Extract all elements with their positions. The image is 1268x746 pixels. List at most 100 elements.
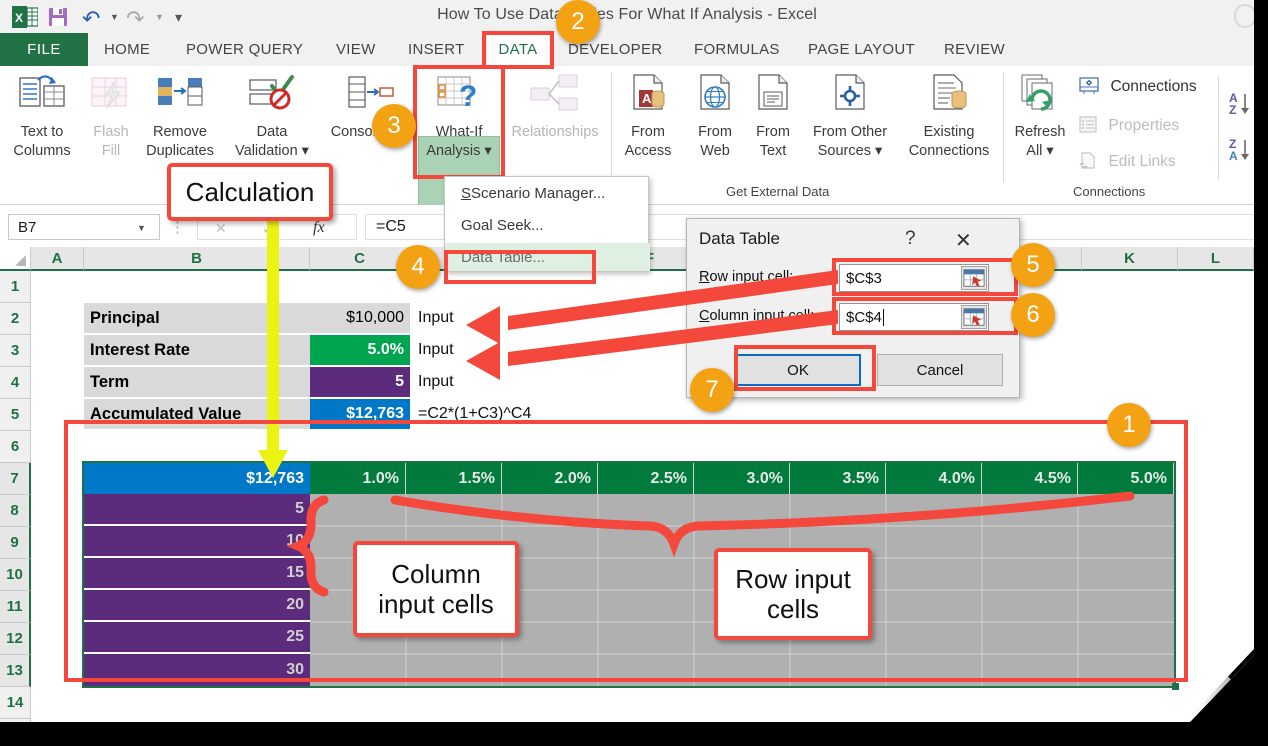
ribbon-button-edit-links[interactable]: Edit Links [1078, 151, 1176, 171]
svg-text:A: A [1229, 149, 1238, 163]
ribbon-button-flash-fill[interactable]: Flash Fill [82, 70, 140, 161]
ribbon-button-existing-connections[interactable]: Existing Connections [892, 70, 1006, 161]
tab-formulas[interactable]: FORMULAS [686, 33, 788, 66]
tab-page-layout[interactable]: PAGE LAYOUT [800, 33, 923, 66]
cell-C2[interactable]: $10,000 [310, 303, 410, 333]
fill-handle[interactable] [1172, 683, 1179, 690]
ribbon-button-from-text[interactable]: From Text [742, 70, 804, 161]
ribbon-label-line1: Text to [20, 124, 64, 140]
formula-input-value: =C5 [376, 218, 406, 235]
svg-text:Z: Z [1229, 103, 1236, 117]
document-page: X ↶ ▼ ↶ ▼ ▾ How To Use Data Tables For W… [0, 0, 1254, 722]
ribbon-button-relationships[interactable]: Relationships [498, 70, 612, 142]
badge-6: 6 [1011, 293, 1055, 337]
menu-item-scenario-manager[interactable]: SScenario Manager... [461, 185, 605, 202]
remove-duplicates-icon [158, 78, 203, 106]
help-icon[interactable]: ? [905, 228, 916, 250]
ribbon-label-line1: From [631, 124, 665, 140]
ribbon-button-remove-duplicates[interactable]: Remove Duplicates [134, 70, 226, 161]
ribbon-label-line2: Connections [908, 143, 990, 159]
tab-power-query[interactable]: POWER QUERY [178, 33, 311, 66]
ribbon-button-connections[interactable]: Connections [1078, 76, 1197, 96]
tab-insert[interactable]: INSERT [400, 33, 473, 66]
badge-3: 3 [372, 104, 416, 148]
window-title: How To Use Data Tables For What If Analy… [437, 6, 817, 23]
callout-column-input-cells-line2: input cells [378, 589, 494, 619]
close-icon[interactable]: ✕ [955, 228, 972, 253]
row-header-5[interactable]: 5 [0, 399, 31, 431]
text-to-columns-icon [19, 75, 65, 107]
ribbon-label-line1: Remove [153, 124, 207, 140]
ribbon-button-text-to-columns[interactable]: Text to Columns [2, 70, 82, 161]
column-input-cell-label-rest: olumn input cell: [709, 308, 815, 324]
column-header-A[interactable]: A [31, 247, 84, 271]
ribbon-label-line2: All ▾ [1026, 143, 1054, 159]
row-header-13[interactable]: 13 [0, 655, 31, 687]
cell-D2[interactable]: Input [412, 303, 572, 333]
ribbon-group-label-connections: Connections [1073, 184, 1146, 199]
column-header-B[interactable]: B [84, 247, 310, 271]
row-header-15[interactable]: 15 [0, 719, 31, 722]
row-header-14[interactable]: 14 [0, 687, 31, 719]
insert-function-icon[interactable]: fx [313, 219, 325, 237]
tab-review[interactable]: REVIEW [936, 33, 1013, 66]
row-input-cell-label: Row input cell: [699, 269, 794, 285]
ribbon-button-properties[interactable]: Properties [1078, 115, 1179, 135]
row-header-10[interactable]: 10 [0, 559, 31, 591]
svg-text:A: A [642, 91, 652, 106]
badge-4: 4 [396, 245, 440, 289]
data-validation-icon [249, 75, 294, 110]
row-header-2[interactable]: 2 [0, 303, 31, 335]
ribbon-label-line1: Existing [923, 124, 975, 140]
row-header-1[interactable]: 1 [0, 271, 31, 303]
dialog-title: Data Table [699, 229, 780, 248]
row-header-11[interactable]: 11 [0, 591, 31, 623]
menu-item-goal-seek[interactable]: Goal Seek... [461, 217, 544, 234]
cell-D4[interactable]: Input [412, 367, 572, 397]
enter-icon[interactable]: ✓ [262, 220, 275, 238]
cell-C3[interactable]: 5.0% [310, 335, 410, 365]
name-box-dropdown-icon[interactable]: ▼ [137, 223, 146, 233]
flash-fill-icon [91, 77, 127, 109]
from-web-icon [700, 74, 730, 110]
ribbon-button-from-access[interactable]: A From Access [614, 70, 682, 161]
ribbon-button-refresh-all[interactable]: Refresh All ▾ [1004, 70, 1076, 161]
cell-B3[interactable]: Interest Rate [84, 335, 310, 365]
highlight-tab-data [482, 31, 554, 69]
cell-D3[interactable]: Input [412, 335, 572, 365]
ribbon-button-from-other-sources[interactable]: From Other Sources ▾ [798, 70, 902, 161]
select-all-corner[interactable] [0, 247, 31, 271]
ribbon-label-line1: From [756, 124, 790, 140]
row-header-9[interactable]: 9 [0, 527, 31, 559]
cell-B2[interactable]: Principal [84, 303, 310, 333]
tab-file[interactable]: FILE [0, 33, 88, 66]
ribbon-group-divider [611, 72, 612, 182]
ribbon-label-line2: Validation ▾ [235, 143, 309, 159]
column-header-K[interactable]: K [1082, 247, 1178, 271]
column-header-L[interactable]: L [1178, 247, 1254, 271]
tab-home[interactable]: HOME [96, 33, 158, 66]
ribbon-label-line1: Refresh [1014, 124, 1066, 140]
ribbon-button-from-web[interactable]: From Web [684, 70, 746, 161]
row-header-4[interactable]: 4 [0, 367, 31, 399]
row-header-3[interactable]: 3 [0, 335, 31, 367]
sort-descending-icon[interactable]: Z A [1228, 136, 1262, 164]
cell-B4[interactable]: Term [84, 367, 310, 397]
connections-label: Connections [1110, 78, 1197, 95]
ribbon-button-data-validation[interactable]: Data Validation ▾ [222, 70, 322, 161]
row-header-12[interactable]: 12 [0, 623, 31, 655]
menu-item-goal-seek-label: Goal Seek... [461, 217, 544, 234]
cell-C4[interactable]: 5 [310, 367, 410, 397]
row-header-6[interactable]: 6 [0, 431, 31, 463]
cancel-button[interactable]: Cancel [877, 354, 1003, 386]
tab-view[interactable]: VIEW [328, 33, 384, 66]
sort-ascending-icon[interactable]: A Z [1228, 90, 1262, 118]
row-header-7[interactable]: 7 [0, 463, 31, 495]
cancel-icon[interactable]: ✕ [215, 220, 227, 237]
name-box-value: B7 [18, 218, 37, 236]
column-header-C[interactable]: C [310, 247, 410, 271]
row-header-8[interactable]: 8 [0, 495, 31, 527]
ribbon-options-icon[interactable] [1234, 4, 1254, 28]
from-other-sources-icon [835, 74, 865, 110]
ribbon-label-line2: Fill [101, 143, 121, 159]
